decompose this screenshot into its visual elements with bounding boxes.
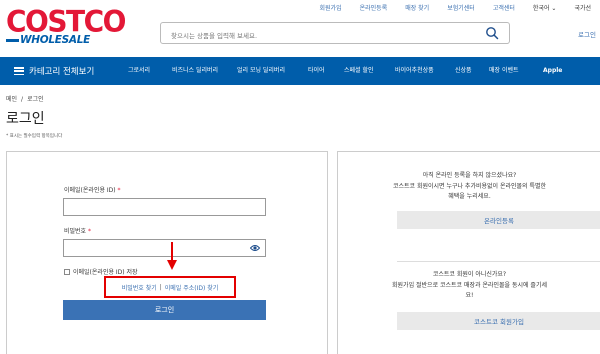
remember-email-checkbox[interactable]: 이메일(온라인용 ID) 저장: [64, 267, 138, 276]
password-field[interactable]: [63, 239, 266, 257]
remember-email-label: 이메일(온라인용 ID) 저장: [73, 269, 138, 276]
nav-item-buyer-picks[interactable]: 바이어추천상품: [395, 57, 434, 85]
breadcrumb-separator: /: [21, 96, 24, 103]
country-select[interactable]: 국가선: [565, 3, 600, 15]
nav-item-business-delivery[interactable]: 비즈니스 딜리버리: [172, 57, 218, 85]
breadcrumb-home[interactable]: 메인: [6, 96, 17, 103]
divider: [397, 261, 600, 262]
util-insurance-link[interactable]: 보험기센터: [438, 3, 484, 15]
language-label: 한국어: [532, 5, 550, 12]
login-panel: 이메일(온라인용 ID) * 비밀번호 * 이메일(온라인용 ID) 저장 비밀…: [6, 151, 328, 354]
eye-icon[interactable]: [250, 244, 260, 252]
email-field[interactable]: [63, 198, 266, 216]
red-arrow-icon: [167, 242, 177, 270]
login-button[interactable]: 로그인: [63, 300, 266, 320]
search-icon[interactable]: [485, 26, 499, 40]
logo-underline: [6, 39, 19, 42]
utility-nav: 회원가입 온라인등록 매장 찾기 보험기센터 고객센터 한국어 ⌄ 국가선: [311, 3, 600, 15]
password-label-text: 비밀번호: [64, 228, 87, 235]
online-register-button[interactable]: 온라인등록: [397, 211, 600, 229]
breadcrumb: 메인 / 로그인: [6, 94, 44, 103]
nav-item-grocery[interactable]: 그로서리: [128, 57, 150, 85]
util-store-finder-link[interactable]: 매장 찾기: [396, 3, 438, 15]
membership-desc-2: 요!: [465, 292, 474, 299]
main-nav: 카테고리 전체보기 그로서리 비즈니스 딜리버리 얼리 모닝 딜리버리 타이어 …: [0, 57, 600, 85]
chevron-down-icon: ⌄: [551, 5, 557, 12]
nav-item-new[interactable]: 신상품: [455, 57, 472, 85]
email-label: 이메일(온라인용 ID) *: [64, 185, 121, 194]
find-password-link[interactable]: 비밀번호 찾기: [122, 283, 157, 292]
logo-wholesale-text: WHOLESALE: [20, 34, 91, 46]
nav-item-store-events[interactable]: 매장 이벤트: [489, 57, 519, 85]
online-register-question: 아직 온라인 등록을 하지 않으셨나요?: [422, 172, 517, 179]
required-note: * 표시는 필수입력 항목입니다: [6, 134, 63, 139]
logo-costco-text: COSTCO: [6, 4, 126, 39]
breadcrumb-current: 로그인: [27, 96, 44, 103]
util-customer-center-link[interactable]: 고객센터: [484, 3, 524, 15]
password-label: 비밀번호 *: [64, 226, 91, 235]
util-signup-link[interactable]: 회원가입: [311, 3, 351, 15]
find-email-link[interactable]: 이메일 주소(ID) 찾기: [165, 283, 219, 292]
costco-logo[interactable]: COSTCO WHOLESALE: [6, 4, 128, 48]
language-select[interactable]: 한국어 ⌄: [524, 3, 566, 15]
checkbox-box[interactable]: [64, 268, 70, 275]
nav-item-tire[interactable]: 타이어: [308, 57, 325, 85]
search-bar: [160, 22, 510, 46]
nav-item-special-discount[interactable]: 스페셜 할인: [344, 57, 374, 85]
required-mark: *: [117, 187, 121, 194]
page-title: 로그인: [6, 111, 45, 127]
signup-panel: 아직 온라인 등록을 하지 않으셨나요? 코스트코 회원이시면 누구나 추가비용…: [337, 151, 600, 354]
find-account-highlight: 비밀번호 찾기 | 이메일 주소(ID) 찾기: [104, 276, 236, 298]
email-label-text: 이메일(온라인용 ID): [64, 187, 116, 194]
membership-signup-button[interactable]: 코스트코 회원가입: [397, 312, 600, 330]
online-register-desc-1: 코스트코 회원이시면 누구나 추가비용없이 온라인몰의 특별한: [392, 183, 547, 190]
membership-question: 코스트코 회원이 아니신가요?: [432, 271, 507, 278]
find-separator: |: [159, 283, 162, 291]
util-online-register-link[interactable]: 온라인등록: [351, 3, 397, 15]
required-mark: *: [88, 228, 92, 235]
online-register-desc-2: 혜택을 누리세요.: [448, 193, 491, 200]
search-input[interactable]: [161, 26, 481, 46]
nav-item-early-morning[interactable]: 얼리 모닝 딜리버리: [237, 57, 285, 85]
membership-desc-1: 회원가입 절반으로 코스트코 매장과 온라인몰을 동시에 즐기세: [392, 282, 547, 289]
header-login-link[interactable]: 로그인: [578, 29, 596, 39]
nav-item-apple[interactable]: Apple: [543, 57, 562, 85]
